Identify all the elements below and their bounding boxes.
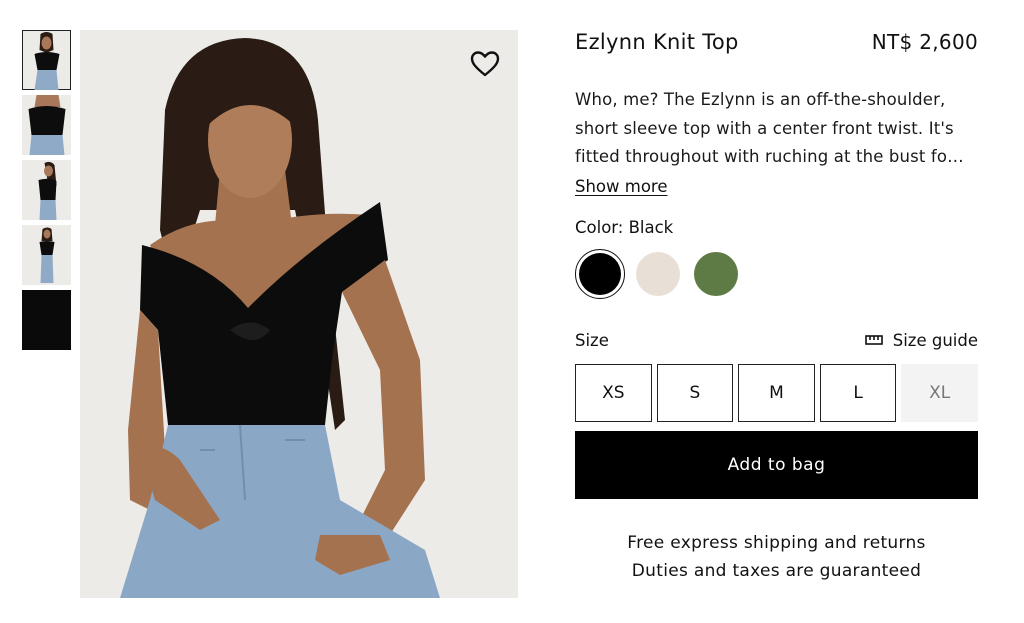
swatch-dot: [636, 251, 680, 296]
shipping-info: Free express shipping and returns Duties…: [575, 529, 978, 586]
model-side-image: [38, 161, 56, 220]
product-main-image: [80, 30, 518, 598]
model-photo: [80, 30, 518, 598]
size-option-m[interactable]: M: [738, 363, 815, 422]
size-option-s[interactable]: S: [656, 363, 734, 422]
size-option-xs[interactable]: XS: [575, 363, 652, 422]
color-swatch-cream[interactable]: [633, 249, 683, 299]
shipping-line-2: Duties and taxes are guaranteed: [631, 561, 922, 581]
color-swatches: [575, 248, 978, 299]
color-swatch-green[interactable]: [691, 249, 741, 299]
color-swatch-black[interactable]: [575, 248, 625, 299]
title-row: Ezlynn Knit Top NT$ 2,600: [575, 30, 978, 66]
ruler-icon: [864, 335, 883, 345]
swatch-dot: [694, 251, 738, 296]
size-option-l[interactable]: L: [819, 363, 897, 422]
thumbnail-model-closeup[interactable]: [22, 95, 71, 155]
thumbnail-model-side[interactable]: [22, 160, 71, 220]
swatch-dot: [579, 252, 621, 295]
thumbnail-model-full[interactable]: [22, 225, 71, 285]
wishlist-heart-icon[interactable]: [470, 50, 500, 78]
model-front-image: [34, 32, 59, 90]
thumbnail-model-front[interactable]: [22, 30, 71, 90]
thumbnail-fabric-black[interactable]: [22, 290, 71, 350]
model-full-image: [39, 227, 54, 283]
size-label: Size: [575, 330, 609, 350]
product-title: Ezlynn Knit Top: [575, 30, 739, 54]
model-closeup-image: [28, 95, 65, 155]
size-guide-link[interactable]: Size guide: [864, 330, 978, 350]
size-header: Size Size guide: [575, 331, 978, 350]
shipping-line-1: Free express shipping and returns: [627, 532, 926, 553]
size-option-xl[interactable]: XL: [901, 363, 978, 422]
show-more-link[interactable]: Show more: [575, 177, 668, 196]
size-options: XS S M L XL: [575, 363, 978, 422]
heart-icon: [470, 51, 500, 77]
color-label: Color: Black: [575, 217, 674, 237]
size-guide-label: Size guide: [892, 330, 978, 350]
product-price: NT$ 2,600: [871, 30, 978, 54]
thumbnail-list: [22, 30, 71, 355]
product-description: Who, me? The Ezlynn is an off-the-should…: [575, 90, 964, 166]
product-info-panel: Ezlynn Knit Top NT$ 2,600 Who, me? The E…: [575, 30, 978, 586]
add-to-bag-button[interactable]: Add to bag: [575, 430, 978, 499]
